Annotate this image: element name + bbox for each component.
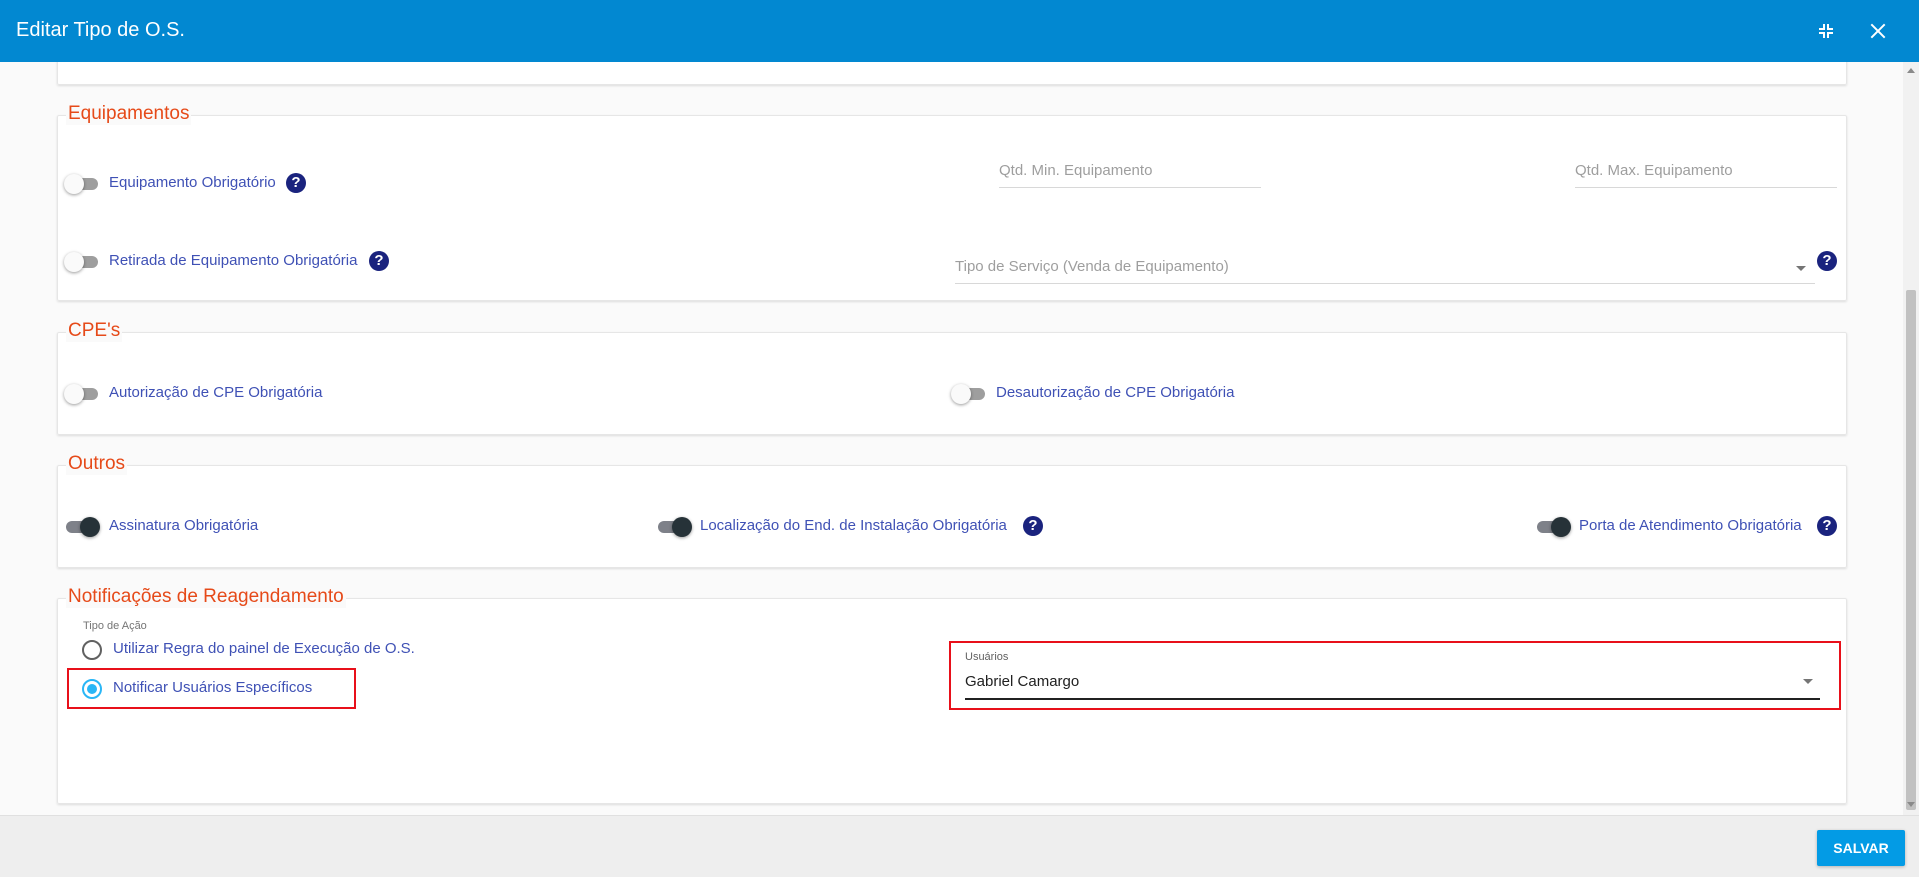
highlight-box-usuarios [949,641,1841,710]
qtd-min-input[interactable]: Qtd. Min. Equipamento [999,156,1261,188]
equipamentos-legend: Equipamentos [66,103,192,125]
dialog-footer: SALVAR [0,815,1919,877]
dialog-content: Equipamentos Equipamento Obrigatório ? Q… [0,62,1900,815]
close-icon [1870,23,1886,39]
tipo-servico-select[interactable]: Tipo de Serviço (Venda de Equipamento) [955,252,1815,284]
qtd-min-placeholder: Qtd. Min. Equipamento [999,162,1153,179]
chevron-down-icon [1796,266,1806,271]
equipamento-obrigatorio-toggle[interactable] [64,174,100,194]
autorizacao-cpe-toggle[interactable] [64,384,100,404]
cpes-legend: CPE's [66,320,123,342]
dialog-title: Editar Tipo de O.S. [16,19,185,41]
previous-section-fieldset [57,62,1847,85]
dialog-header: Editar Tipo de O.S. [0,0,1919,62]
help-icon[interactable]: ? [369,251,389,271]
radio-utilizar-regra-label[interactable]: Utilizar Regra do painel de Execução de … [113,640,415,657]
localizacao-label: Localização do End. de Instalação Obriga… [700,517,1007,534]
assinatura-toggle[interactable] [64,517,100,537]
help-icon[interactable]: ? [1023,516,1043,536]
scroll-down-icon[interactable] [1907,802,1915,807]
scrollbar-thumb[interactable] [1906,290,1916,810]
radio-utilizar-regra[interactable] [82,640,102,660]
help-icon[interactable]: ? [1817,251,1837,271]
save-button[interactable]: SALVAR [1817,830,1905,866]
minimize-button[interactable] [1812,17,1840,45]
desautorizacao-cpe-toggle[interactable] [951,384,987,404]
desautorizacao-cpe-label: Desautorização de CPE Obrigatória [996,384,1235,401]
equipamento-obrigatorio-label: Equipamento Obrigatório [109,174,276,191]
collapse-icon [1819,24,1833,38]
help-icon[interactable]: ? [286,173,306,193]
qtd-max-input[interactable]: Qtd. Max. Equipamento [1575,156,1837,188]
autorizacao-cpe-label: Autorização de CPE Obrigatória [109,384,323,401]
assinatura-label: Assinatura Obrigatória [109,517,259,534]
scroll-up-icon[interactable] [1907,68,1915,73]
vertical-scrollbar[interactable] [1903,62,1919,815]
close-button[interactable] [1864,17,1892,45]
notificacoes-legend: Notificações de Reagendamento [66,586,346,608]
outros-legend: Outros [66,453,128,475]
porta-label: Porta de Atendimento Obrigatória [1579,517,1802,534]
localizacao-toggle[interactable] [656,517,692,537]
highlight-box-notificar [67,668,356,709]
tipo-servico-placeholder: Tipo de Serviço (Venda de Equipamento) [955,258,1229,275]
retirada-obrigatoria-toggle[interactable] [64,252,100,272]
tipo-acao-label: Tipo de Ação [83,620,147,632]
qtd-max-placeholder: Qtd. Max. Equipamento [1575,162,1733,179]
retirada-obrigatoria-label: Retirada de Equipamento Obrigatória [109,252,358,269]
help-icon[interactable]: ? [1817,516,1837,536]
porta-toggle[interactable] [1535,517,1571,537]
